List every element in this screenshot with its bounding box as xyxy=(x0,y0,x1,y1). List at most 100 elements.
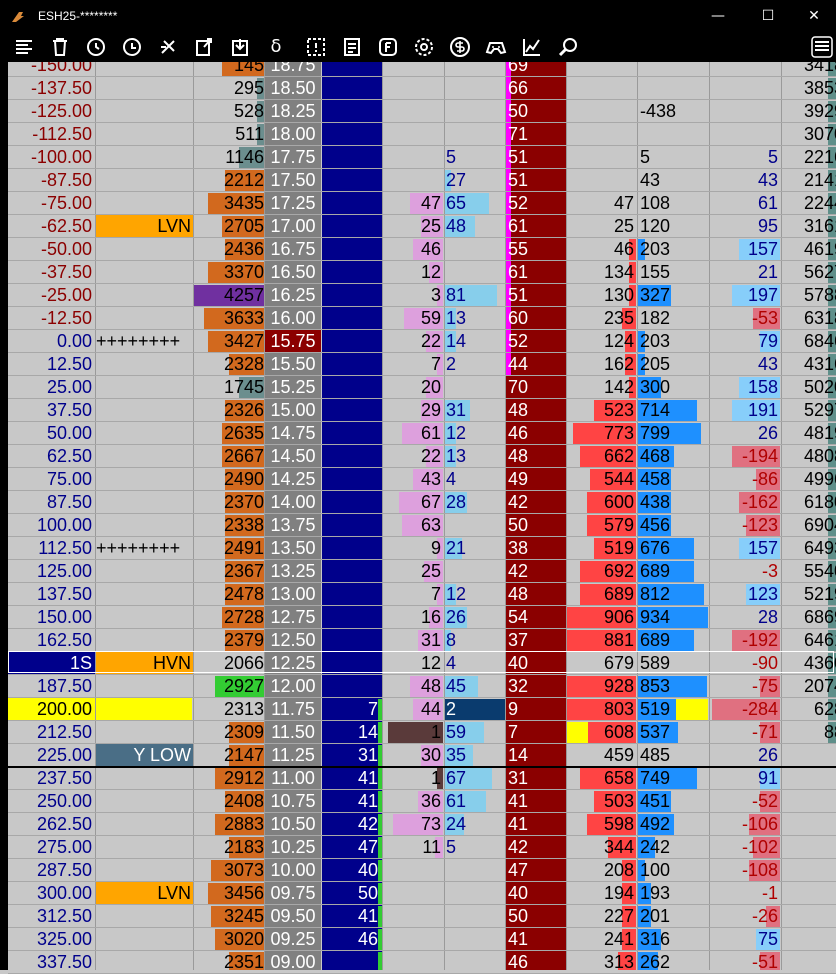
ladder-row[interactable]: 137.50 2478 13.00 712 48 689 812 123 5219 xyxy=(8,583,836,606)
panel-icon[interactable] xyxy=(810,35,834,59)
sell-volume-value: 579 xyxy=(603,515,634,535)
row-divider xyxy=(8,421,836,422)
dom-ladder[interactable]: -150.0014518.75693418-137.5029518.506638… xyxy=(8,62,836,970)
ladder-row[interactable]: 225.00 Y LOW 2147 11.25 31 30 35 14 459 485 26 xyxy=(8,744,836,767)
ladder-row[interactable]: -150.00 145 18.75 69 3418 xyxy=(8,62,836,77)
bid-depth-cell xyxy=(322,376,382,398)
ladder-row[interactable]: 187.50 2927 12.00 4845 32 928 853 -75 2074 xyxy=(8,675,836,698)
ladder-row[interactable]: 150.00 2728 12.75 1626 54 906 934 28 6869 xyxy=(8,606,836,629)
ladder-row[interactable]: 37.50 2326 15.00 2931 48 523 714 191 5297 xyxy=(8,399,836,422)
settings-icon[interactable] xyxy=(412,35,436,59)
col-divider xyxy=(444,62,445,970)
ladder-row[interactable]: 262.50 2883 10.50 42 73 24 41 598 492 -106 xyxy=(8,813,836,836)
chart-icon[interactable] xyxy=(520,35,544,59)
ladder-row[interactable]: 87.50 2370 14.00 6728 42 600 438 -162 6180 xyxy=(8,491,836,514)
offset-value: 25.00 xyxy=(46,377,92,397)
sell-volume-value: 208 xyxy=(603,860,634,880)
row-divider xyxy=(8,398,836,399)
ladder-row[interactable]: 112.50 ++++++++ 2491 13.50 9 21 38 519 676 157 649… xyxy=(8,537,836,560)
clear-icon[interactable] xyxy=(156,35,180,59)
ladder-row[interactable]: -25.00 4257 16.25 381 51 130 327 197 5788 xyxy=(8,284,836,307)
ask-depth-value: 61 xyxy=(508,216,529,236)
ladder-row[interactable]: 337.50 2351 09.00 46 313 262 -51 xyxy=(8,951,836,970)
ladder-row[interactable]: 162.50 2379 12.50 318 37 881 689 -192 6461 xyxy=(8,629,836,652)
ladder-row[interactable]: 325.00 3020 09.25 46 41 241 316 75 xyxy=(8,928,836,951)
delta-value: -51 xyxy=(751,952,778,970)
ladder-row[interactable]: -137.50 295 18.50 66 3853 xyxy=(8,77,836,100)
ask-depth-value: 40 xyxy=(508,883,529,903)
buy-volume-value: 689 xyxy=(640,630,671,650)
delta-icon[interactable]: δ xyxy=(264,35,288,59)
ask-depth-value: 9 xyxy=(508,699,519,719)
ladder-row[interactable]: 75.00 2490 14.25 434 49 544 458 -86 4996 xyxy=(8,468,836,491)
refresh-forward-icon[interactable] xyxy=(84,35,108,59)
volume-value: 3456 xyxy=(223,883,264,903)
volume-value: 2912 xyxy=(223,768,264,788)
ask-depth-value: 50 xyxy=(508,906,529,926)
offset-value: -12.50 xyxy=(40,308,92,328)
ask-trade-value: 48 xyxy=(446,216,467,236)
ladder-row[interactable]: 62.50 2667 14.50 2213 48 662 468 -194 4808 xyxy=(8,445,836,468)
volume-value: 2408 xyxy=(223,791,264,811)
sell-volume-value: 928 xyxy=(603,676,634,696)
offset-value: -112.50 xyxy=(32,124,92,144)
price-value: 12.75 xyxy=(270,607,316,627)
offset-value: 162.50 xyxy=(36,630,92,650)
ladder-row[interactable]: -50.00 2436 16.75 46 55 46 203 157 4619 xyxy=(8,238,836,261)
ladder-row[interactable]: -75.00343517.2547655247108612244 xyxy=(8,192,836,215)
close-button[interactable]: ✕ xyxy=(792,4,836,28)
ladder-row[interactable]: -112.50 511 18.00 71 3070 xyxy=(8,123,836,146)
bid-depth-value: 41 xyxy=(357,906,378,926)
ladder-row[interactable]: 100.00 2338 13.75 63 50 579 456 -123 6904 xyxy=(8,514,836,537)
ladder-row[interactable]: -12.50 3633 16.00 5913 60 235 182 -53 6318 xyxy=(8,307,836,330)
ladder-row[interactable]: -62.50LVN270517.0025486125120953161 xyxy=(8,215,836,238)
buy-volume-value: 120 xyxy=(640,216,671,236)
ladder-row[interactable]: -100.00 1146 17.75 5 51 5 5 2216 xyxy=(8,146,836,169)
ladder-row[interactable]: 12.50 2328 15.50 72 44 162 205 43 4316 xyxy=(8,353,836,376)
bid-depth-value: 14 xyxy=(357,722,378,742)
ladder-row[interactable]: 250.00 2408 10.75 41 36 61 41 503 451 -52 xyxy=(8,790,836,813)
menu-icon[interactable] xyxy=(12,35,36,59)
ladder-row[interactable]: 237.50 2912 11.00 41 1 67 31 658 749 91 xyxy=(8,767,836,790)
price-value: 13.50 xyxy=(270,538,316,558)
ladder-row[interactable]: 287.50 3073 10.00 40 47 208 100 -108 xyxy=(8,859,836,882)
ladder-row[interactable]: 25.00 1745 15.25 20 70 142 300 158 5020 xyxy=(8,376,836,399)
ask-trade-value: 2 xyxy=(446,699,457,719)
dollar-icon[interactable] xyxy=(448,35,472,59)
ladder-row[interactable]: -37.50 3370 16.50 12 61 134 155 21 5627 xyxy=(8,261,836,284)
level-tag: Y LOW xyxy=(133,745,191,765)
offset-value: 150.00 xyxy=(36,607,92,627)
delta-value: 157 xyxy=(747,239,778,259)
ladder-row[interactable]: 200.00 2313 11.75 7 442 9 803 519 -284 628 xyxy=(8,698,836,721)
offset-value: 87.50 xyxy=(46,492,92,512)
ask-depth-value: 51 xyxy=(508,285,529,305)
ladder-row[interactable]: 125.00 2367 13.25 25 42 692 689 -3 5540 xyxy=(8,560,836,583)
price-value: 10.25 xyxy=(270,837,316,857)
ladder-row[interactable]: -125.00 528 18.25 50 -438 3929 xyxy=(8,100,836,123)
ladder-row[interactable]: 50.00 2635 14.75 6112 46 773 799 26 4819 xyxy=(8,422,836,445)
ask-trade-value: 59 xyxy=(446,722,467,742)
filter-icon[interactable] xyxy=(376,35,400,59)
search-icon[interactable] xyxy=(556,35,580,59)
offset-value: 137.50 xyxy=(36,584,92,604)
ladder-row[interactable]: -87.50 2212 17.50 27 51 43 43 2141 xyxy=(8,169,836,192)
gamepad-icon[interactable] xyxy=(484,35,508,59)
import-icon[interactable] xyxy=(228,35,252,59)
refresh-back-icon[interactable] xyxy=(120,35,144,59)
ladder-row[interactable]: 312.50 3245 09.50 41 50 227 201 -26 xyxy=(8,905,836,928)
minimize-button[interactable]: — xyxy=(696,4,740,28)
bid-depth-cell xyxy=(322,445,382,467)
sell-volume-value: 459 xyxy=(603,745,634,765)
ladder-row[interactable]: 275.00 2183 10.25 47 11 5 42 344 242 -102 xyxy=(8,836,836,859)
selection-icon[interactable] xyxy=(304,35,328,59)
ladder-row[interactable]: 300.00 LVN 3456 09.75 50 40 194 193 -1 xyxy=(8,882,836,905)
ladder-row[interactable]: 212.50 2309 11.50 14 159 7 608 537 -71 88 xyxy=(8,721,836,744)
maximize-button[interactable]: ☐ xyxy=(746,4,790,28)
row-divider xyxy=(8,490,836,491)
trash-icon[interactable] xyxy=(48,35,72,59)
notes-icon[interactable] xyxy=(340,35,364,59)
export-icon[interactable] xyxy=(192,35,216,59)
ladder-row[interactable]: 0.00++++++++ 3427 15.75 2214 52 124 203 79 6846 xyxy=(8,330,836,353)
sell-volume-value: 235 xyxy=(603,308,634,328)
row-divider xyxy=(8,674,836,675)
